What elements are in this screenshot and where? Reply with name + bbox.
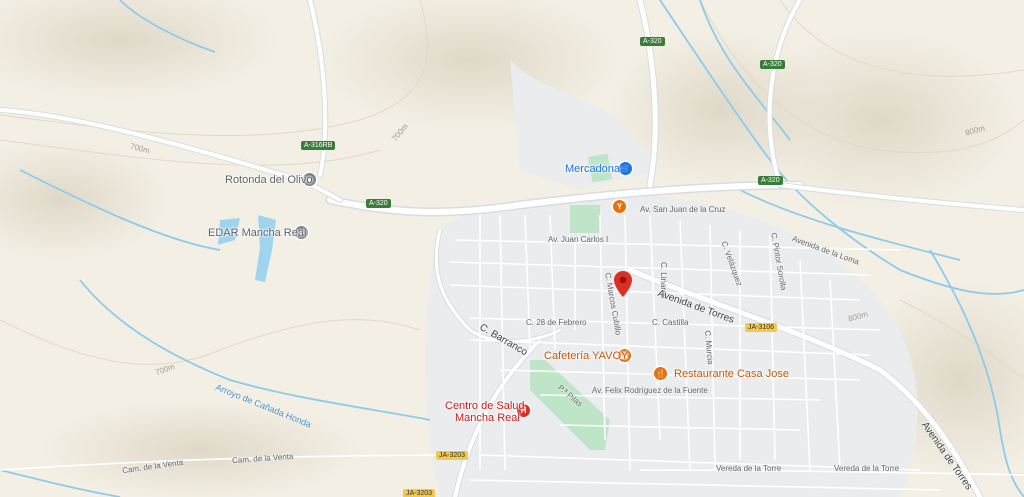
road-shield: A-316RB (301, 141, 336, 150)
poi-cafeteria-label[interactable]: Cafetería YAVOY (544, 350, 628, 362)
poi-restaurante-label[interactable]: Restaurante Casa Jose (674, 368, 789, 380)
restaurant-icon[interactable]: 🍴 (654, 367, 667, 380)
road-shield: A-320 (758, 176, 783, 185)
street-label: Av. San Juan de la Cruz (640, 205, 726, 214)
street-label: C. Castilla (652, 318, 689, 327)
park (570, 205, 600, 233)
location-pin-icon[interactable] (614, 271, 632, 297)
road-shield: JA-3203 (436, 451, 469, 460)
map-canvas[interactable]: 700m 700m 800m 700m 800m A-320 A-320 A-3… (0, 0, 1024, 497)
shopping-cart-icon[interactable]: 🛒 (619, 162, 632, 175)
poi-mercadona-label[interactable]: Mercadona (565, 163, 620, 175)
road-shield: JA-3203 (403, 489, 436, 497)
road-shield: JA-3106 (745, 323, 778, 332)
poi-centro-label-1[interactable]: Centro de Salud (445, 400, 525, 412)
bar-icon[interactable]: Y (613, 200, 626, 213)
poi-edar-label[interactable]: EDAR Mancha Real (208, 227, 306, 239)
street-label: Av. Felix Rodríguez de la Fuente (592, 386, 708, 395)
road-shield: A-320 (640, 37, 665, 46)
street-label: Vereda de la Torre (716, 464, 782, 473)
street-label: C. 28 de Febrero (526, 318, 587, 327)
street-label: Av. Juan Carlos I (548, 235, 609, 244)
poi-rotonda-label[interactable]: Rotonda del Olivo (225, 174, 312, 186)
street-label: Vereda de la Torre (834, 464, 900, 473)
poi-centro-label-2[interactable]: Mancha Real (455, 412, 520, 424)
road-shield: A-320 (760, 60, 785, 69)
terrain-shade (40, 400, 360, 497)
road-shield: A-320 (366, 199, 391, 208)
